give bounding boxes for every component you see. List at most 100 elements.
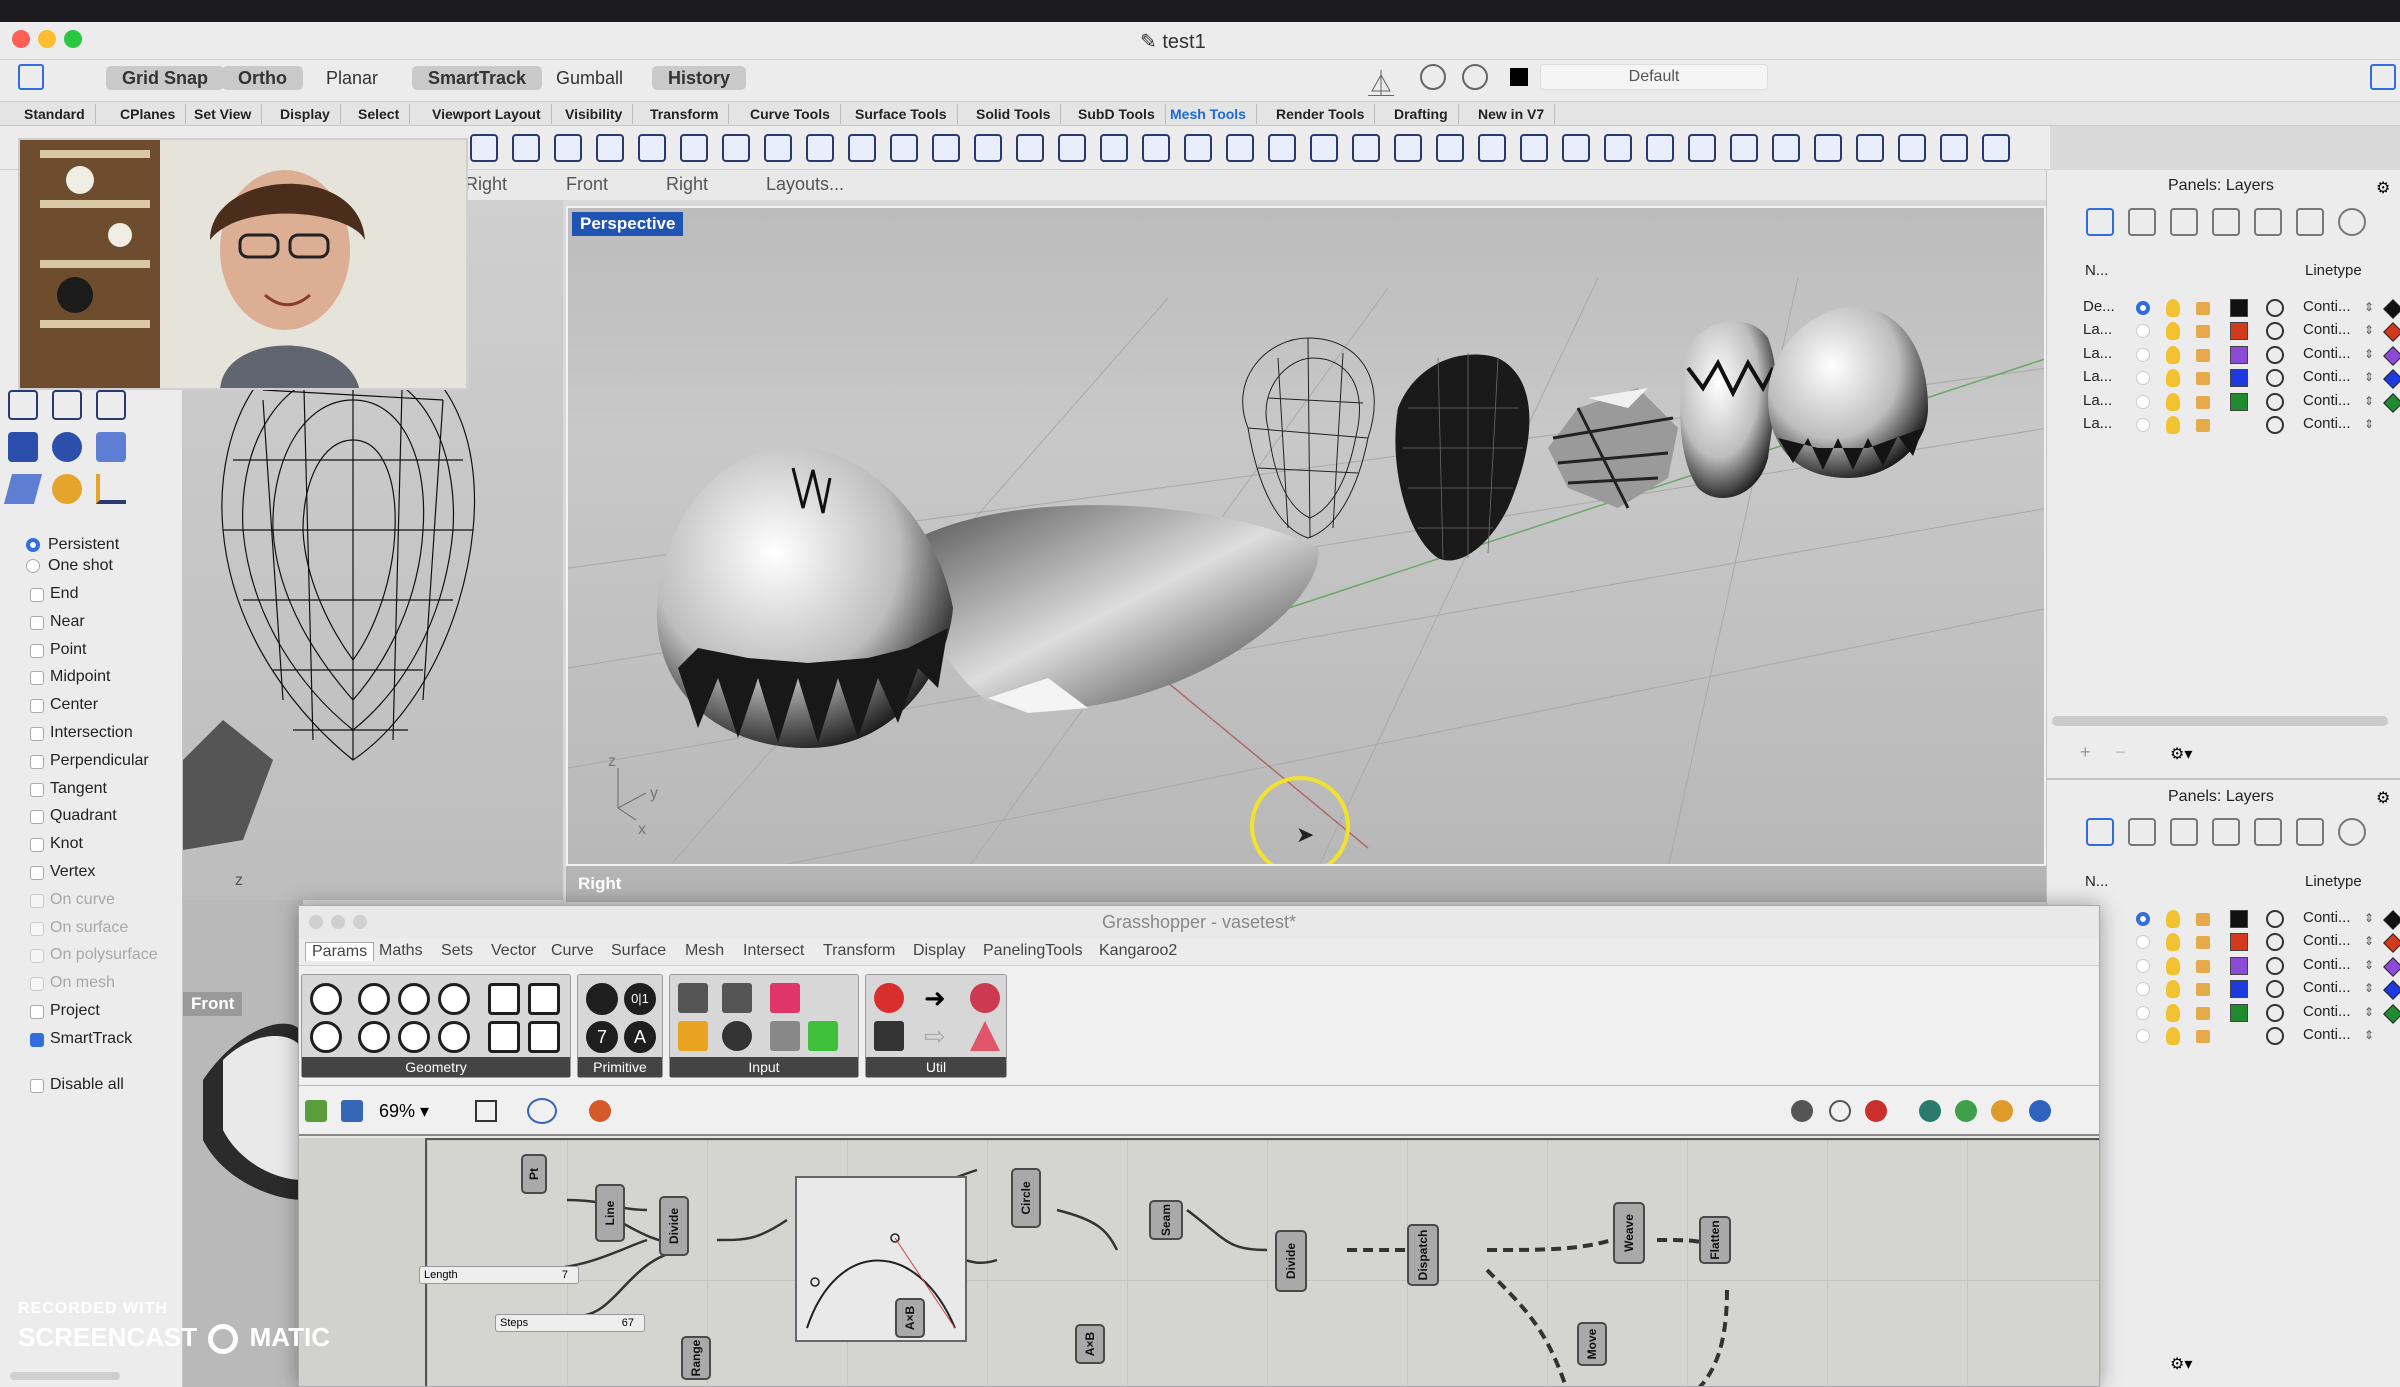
layer-linetype[interactable]: Conti... xyxy=(2303,909,2351,931)
input-toggle-icon[interactable] xyxy=(722,1021,752,1051)
current-layer-radio[interactable] xyxy=(2136,912,2150,926)
gh-tab-panelingtools[interactable]: PanelingTools xyxy=(983,942,1083,960)
layer-name[interactable]: La... xyxy=(2083,345,2112,367)
toggle-gumball[interactable]: Gumball xyxy=(540,66,639,90)
toggle-grid-snap[interactable]: Grid Snap xyxy=(106,66,225,90)
minimize-window-button[interactable] xyxy=(38,30,56,48)
param-arc-icon[interactable] xyxy=(398,983,430,1015)
gh-component-range[interactable]: Range xyxy=(681,1336,711,1380)
lock-icon[interactable] xyxy=(2196,419,2210,432)
layer-name-header[interactable]: N... xyxy=(2085,262,2108,279)
gh-minimize-button[interactable] xyxy=(331,915,345,929)
layer-linetype[interactable]: Conti... xyxy=(2303,979,2351,1001)
material-circle-icon[interactable] xyxy=(2266,1003,2284,1022)
current-layer-dropdown[interactable]: Default xyxy=(1540,64,1768,90)
mesh-tool-icon[interactable] xyxy=(1940,134,1968,162)
ribbon-tab-render-tools[interactable]: Render Tools xyxy=(1266,104,1376,124)
layer-options-gear-icon[interactable]: ⚙▾ xyxy=(2170,744,2192,764)
left-scrollbar[interactable] xyxy=(10,1372,120,1380)
gh-component-move[interactable]: Move xyxy=(1577,1322,1607,1366)
osnap-checkbox[interactable] xyxy=(30,838,44,853)
visibility-bulb-icon[interactable] xyxy=(2166,1027,2180,1045)
linetype-stepper-icon[interactable]: ⇕ xyxy=(2364,347,2374,361)
mesh-tool-icon[interactable] xyxy=(974,134,1002,162)
mesh-tool-icon[interactable] xyxy=(932,134,960,162)
fillet-icon[interactable] xyxy=(96,390,126,420)
ribbon-tab-select[interactable]: Select xyxy=(348,104,411,124)
edit-points-icon[interactable] xyxy=(52,390,82,420)
util-cherry-icon[interactable] xyxy=(874,983,904,1013)
layer-color-swatch[interactable] xyxy=(1510,68,1528,86)
current-layer-radio[interactable] xyxy=(2136,301,2150,315)
gh-component-weave[interactable]: Weave xyxy=(1613,1202,1645,1264)
visibility-bulb-icon[interactable] xyxy=(2166,369,2180,388)
ribbon-tab-surface-tools[interactable]: Surface Tools xyxy=(845,104,958,124)
gh-material-icon[interactable] xyxy=(1991,1100,2013,1122)
gh-slider-length[interactable]: Length 7 xyxy=(419,1266,579,1284)
osnap-quadrant[interactable]: Quadrant xyxy=(50,807,117,825)
gh-canvas[interactable]: Pt Line Divide Circle Seam Divide Dispat… xyxy=(299,1138,2099,1386)
ribbon-tab-solid-tools[interactable]: Solid Tools xyxy=(966,104,1062,124)
objects-icon[interactable] xyxy=(2128,208,2156,236)
param-plane-icon[interactable] xyxy=(398,1021,430,1053)
mesh-tool-icon[interactable] xyxy=(1394,134,1422,162)
mesh-tool-icon[interactable] xyxy=(470,134,498,162)
mesh-tool-icon[interactable] xyxy=(1520,134,1548,162)
lock-icon[interactable] xyxy=(2196,1030,2210,1043)
osnap-checkbox[interactable] xyxy=(30,699,44,714)
properties-icon[interactable] xyxy=(2254,818,2282,846)
layer-name[interactable]: La... xyxy=(2083,321,2112,343)
mesh-tool-icon[interactable] xyxy=(764,134,792,162)
osnap-end[interactable]: End xyxy=(50,585,78,603)
util-data-dam-icon[interactable] xyxy=(970,983,1000,1013)
viewport-right[interactable]: Right xyxy=(566,866,2046,902)
gh-component-axb[interactable]: A×B xyxy=(895,1298,925,1338)
mesh-tool-icon[interactable] xyxy=(1226,134,1254,162)
toggle-history[interactable]: History xyxy=(652,66,747,90)
current-layer-radio[interactable] xyxy=(2136,958,2150,973)
viewport-tab-layouts-[interactable]: Layouts... xyxy=(766,174,844,195)
lock-icon[interactable] xyxy=(2196,325,2210,339)
objects-icon[interactable] xyxy=(2128,818,2156,846)
gh-tab-sets[interactable]: Sets xyxy=(441,942,473,960)
material-circle-icon[interactable] xyxy=(2266,416,2284,434)
osnap-checkbox[interactable] xyxy=(30,588,44,602)
front-viewport-label[interactable]: Front xyxy=(183,992,243,1016)
input-panel-icon[interactable] xyxy=(722,983,752,1013)
util-relay-icon[interactable]: ➜ xyxy=(924,983,946,1014)
mesh-tool-icon[interactable] xyxy=(1058,134,1086,162)
param-number-icon[interactable]: 7 xyxy=(586,1021,618,1053)
param-circle-icon[interactable] xyxy=(358,983,390,1015)
layer-color-swatch[interactable] xyxy=(2230,322,2248,341)
gh-preview-off-icon[interactable] xyxy=(1791,1100,1813,1122)
mesh-tool-icon[interactable] xyxy=(1646,134,1674,162)
document-icon[interactable] xyxy=(2170,818,2198,846)
ribbon-tab-subd-tools[interactable]: SubD Tools xyxy=(1068,104,1166,124)
layer-name[interactable]: La... xyxy=(2083,392,2112,414)
viewport-tab-right[interactable]: Right xyxy=(465,174,507,195)
mesh-tool-icon[interactable] xyxy=(638,134,666,162)
gh-tab-kangaroo2[interactable]: Kangaroo2 xyxy=(1099,942,1177,960)
param-box-icon[interactable] xyxy=(438,983,470,1015)
toggle-planar[interactable]: Planar xyxy=(310,66,394,90)
current-layer-radio[interactable] xyxy=(2136,394,2150,409)
layer-color-swatch[interactable] xyxy=(2230,956,2248,975)
lock-icon[interactable] xyxy=(2196,936,2210,950)
gh-zoom-extents-icon[interactable] xyxy=(475,1100,497,1122)
osnap-checkbox[interactable] xyxy=(30,1032,44,1047)
layer-color-swatch[interactable] xyxy=(2230,933,2248,952)
properties-icon[interactable] xyxy=(2254,208,2282,236)
remove-layer-button[interactable]: − xyxy=(2115,742,2126,763)
gh-tab-intersect[interactable]: Intersect xyxy=(743,942,804,960)
layer-linetype[interactable]: Conti... xyxy=(2303,321,2351,343)
osnap-checkbox[interactable] xyxy=(30,810,44,825)
mesh-tool-icon[interactable] xyxy=(1604,134,1632,162)
mesh-tool-icon[interactable] xyxy=(680,134,708,162)
layer-linetype[interactable]: Conti... xyxy=(2303,368,2351,390)
layer-linetype-header-2[interactable]: Linetype xyxy=(2305,873,2362,890)
util-jump-icon[interactable]: ⇨ xyxy=(924,1021,946,1052)
input-slider-icon[interactable] xyxy=(678,983,708,1013)
layer-color-swatch[interactable] xyxy=(2230,345,2248,364)
linetype-stepper-icon[interactable]: ⇕ xyxy=(2364,1028,2374,1042)
layer-name[interactable]: La... xyxy=(2083,368,2112,390)
